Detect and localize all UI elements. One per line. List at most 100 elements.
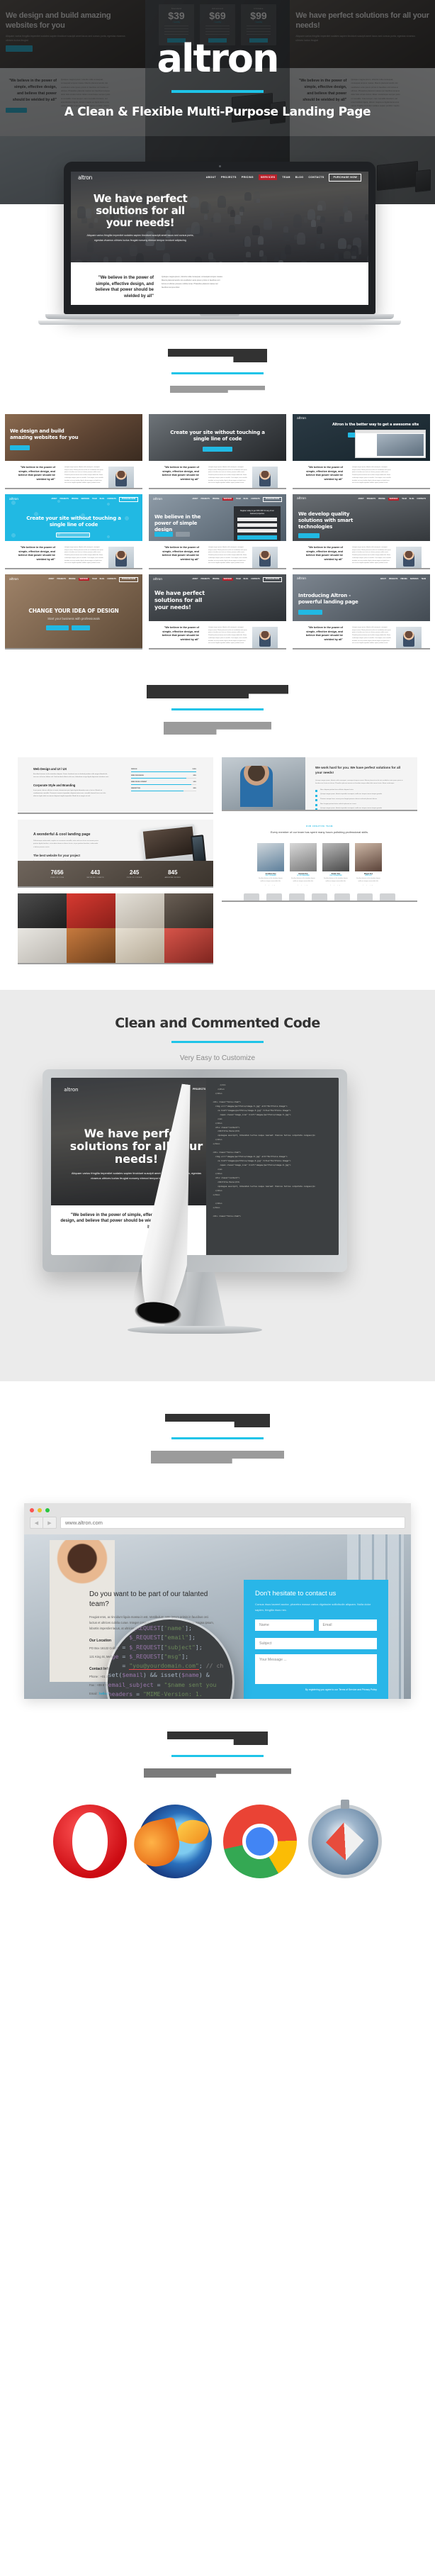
menu-item-pricing[interactable]: PRICING — [213, 579, 220, 580]
menu-item-blog[interactable]: BLOG — [244, 579, 249, 580]
portfolio-item[interactable] — [18, 928, 67, 963]
menu-item-services[interactable]: SERVICES — [388, 498, 400, 501]
social-icons[interactable]: f t in — [257, 885, 284, 886]
menu-item-about[interactable]: ABOUT — [192, 498, 198, 500]
menu-item-team[interactable]: TEAM — [92, 579, 97, 580]
menu-item-pricing[interactable]: PRICING — [400, 579, 407, 580]
back-icon[interactable]: ◀ — [30, 1517, 43, 1529]
thumb-cta-button[interactable] — [46, 625, 69, 630]
menu-item-contacts[interactable]: CONTACTS — [308, 176, 324, 179]
social-icons[interactable]: f t in — [355, 885, 382, 886]
menu-item-projects[interactable]: PROJECTS — [193, 1088, 205, 1091]
menu-item-pricing[interactable]: PRICING — [69, 579, 76, 580]
menu-item-team[interactable]: TEAM — [402, 498, 407, 500]
menu-item-services[interactable]: SERVICES — [259, 174, 278, 180]
panel-landing[interactable]: A wonderful & cool landing page Pellente… — [18, 820, 213, 886]
menu-item-services[interactable]: SERVICES — [79, 578, 90, 581]
menu-item-team[interactable]: TEAM — [421, 579, 426, 580]
portfolio-item[interactable] — [164, 928, 213, 963]
minimize-icon[interactable] — [38, 1508, 42, 1512]
menu-item-pricing[interactable]: PRICING — [378, 498, 385, 500]
portfolio-item[interactable] — [115, 928, 164, 963]
address-bar[interactable]: www.altron.com — [60, 1517, 405, 1529]
subject-field[interactable]: Subject — [255, 1638, 377, 1649]
menu-item-services[interactable]: SERVICES — [410, 579, 419, 580]
name-field[interactable]: Name — [255, 1619, 314, 1631]
menu-item-projects[interactable]: PROJECTS — [389, 579, 397, 580]
portfolio-item[interactable] — [115, 893, 164, 928]
menu-item-about[interactable]: ABOUT — [51, 498, 57, 500]
menu-item-about[interactable]: ABOUT — [192, 579, 198, 580]
thumb-cta-button[interactable] — [154, 532, 173, 537]
purchase-now-button[interactable]: PURCHASE NOW — [119, 577, 138, 582]
forward-icon[interactable]: ▶ — [43, 1517, 57, 1529]
purchase-now-button[interactable]: PURCHASE NOW — [263, 577, 282, 582]
menu-item-team[interactable]: TEAM — [92, 498, 97, 500]
panel-team[interactable]: OUR CREATIVE TEAM Every member of our te… — [222, 817, 417, 901]
social-icons[interactable]: f t in — [322, 885, 349, 886]
menu-item-blog[interactable]: BLOG — [409, 498, 414, 500]
menu-item-projects[interactable]: PROJECTS — [60, 498, 69, 500]
thumbnail-item[interactable]: altron ABOUT PROJECTS PRICING SERVICES T… — [5, 574, 142, 648]
thumb-cta-button[interactable] — [56, 533, 90, 537]
menu-item-contacts[interactable]: CONTACTS — [107, 579, 116, 580]
portfolio-item[interactable] — [67, 893, 115, 928]
menu-item-pricing[interactable]: PRICING — [213, 498, 220, 500]
thumbnail-item[interactable]: altron ABOUT PROJECTS PRICING SERVICES T… — [149, 574, 286, 648]
menu-item-projects[interactable]: PROJECTS — [201, 579, 210, 580]
thumbnail-item[interactable]: altron ABOUT PROJECTS PRICING SERVICES T… — [5, 494, 142, 568]
portfolio-item[interactable] — [18, 893, 67, 928]
menu-item-blog[interactable]: BLOG — [244, 498, 249, 500]
menu-item-services[interactable]: SERVICES — [81, 498, 90, 500]
thumb-cta-button[interactable] — [10, 445, 30, 450]
menu-item-projects[interactable]: PROJECTS — [57, 579, 66, 580]
menu-item-team[interactable]: TEAM — [236, 579, 241, 580]
menu-item-team[interactable]: TEAM — [236, 498, 241, 500]
menu-item-services[interactable]: SERVICES — [222, 498, 234, 501]
menu-item-about[interactable]: ABOUT — [48, 579, 54, 580]
form-input-name[interactable] — [237, 518, 277, 521]
thumb-cta-button[interactable] — [203, 447, 232, 452]
thumb-cta-button[interactable] — [298, 533, 320, 538]
menu-item-contacts[interactable]: CONTACTS — [417, 498, 426, 500]
menu-item-pricing[interactable]: PRICING — [72, 498, 79, 500]
form-submit-button[interactable] — [237, 535, 277, 540]
menu-item-team[interactable]: TEAM — [282, 176, 290, 179]
form-input-phone[interactable] — [237, 529, 277, 533]
menu-item-projects[interactable]: PROJECTS — [367, 498, 375, 500]
menu-item-contacts[interactable]: CONTACTS — [107, 498, 116, 500]
menu-item-blog[interactable]: BLOG — [100, 498, 105, 500]
purchase-now-button[interactable]: PURCHASE NOW — [263, 497, 282, 502]
panel-skills[interactable]: Web Design and UI / UX Excellent feature… — [18, 757, 213, 813]
thumb-secondary-button[interactable] — [176, 532, 190, 537]
thumb-secondary-button[interactable] — [72, 625, 90, 630]
thumbnail-item[interactable]: altron ABOUT PROJECTS PRICING SERVICES T… — [293, 494, 430, 568]
menu-item-projects[interactable]: PROJECTS — [201, 498, 210, 500]
form-input-email[interactable] — [237, 523, 277, 527]
portfolio-item[interactable] — [164, 893, 213, 928]
menu-item-about[interactable]: ABOUT — [206, 176, 216, 179]
menu-item-blog[interactable]: BLOG — [295, 176, 304, 179]
portfolio-item[interactable] — [67, 928, 115, 963]
menu-item-services[interactable]: SERVICES — [222, 578, 234, 581]
close-icon[interactable] — [30, 1508, 34, 1512]
menu-item-about[interactable]: ABOUT — [380, 579, 386, 580]
thumb-cta-button[interactable] — [298, 610, 322, 615]
message-field[interactable]: Your Message ... — [255, 1654, 377, 1684]
social-icons[interactable]: f t in — [290, 885, 317, 886]
purchase-now-button[interactable]: PURCHASE NOW — [119, 497, 138, 502]
thumbnail-item[interactable]: Create your site without touching a sing… — [149, 414, 286, 488]
menu-item-pricing[interactable]: PRICING — [242, 176, 254, 179]
menu-item-contacts[interactable]: CONTACTS — [251, 579, 260, 580]
menu-item-about[interactable]: ABOUT — [358, 498, 364, 500]
thumbnail-item[interactable]: We design and build amazing websites for… — [5, 414, 142, 488]
maximize-icon[interactable] — [45, 1508, 50, 1512]
email-field[interactable]: Email — [319, 1619, 378, 1631]
menu-item-projects[interactable]: PROJECTS — [221, 176, 237, 179]
thumbnail-item[interactable]: altron Altron is the better way to get a… — [293, 414, 430, 488]
purchase-now-button[interactable]: PURCHASE NOW — [329, 174, 361, 182]
menu-item-about[interactable]: ABOUT — [181, 1088, 189, 1091]
thumbnail-item[interactable]: altron ABOUT PROJECTS PRICING SERVICES T… — [149, 494, 286, 568]
panel-about[interactable]: We work hard for you. We have perfect so… — [222, 757, 417, 810]
menu-item-contacts[interactable]: CONTACTS — [251, 498, 260, 500]
